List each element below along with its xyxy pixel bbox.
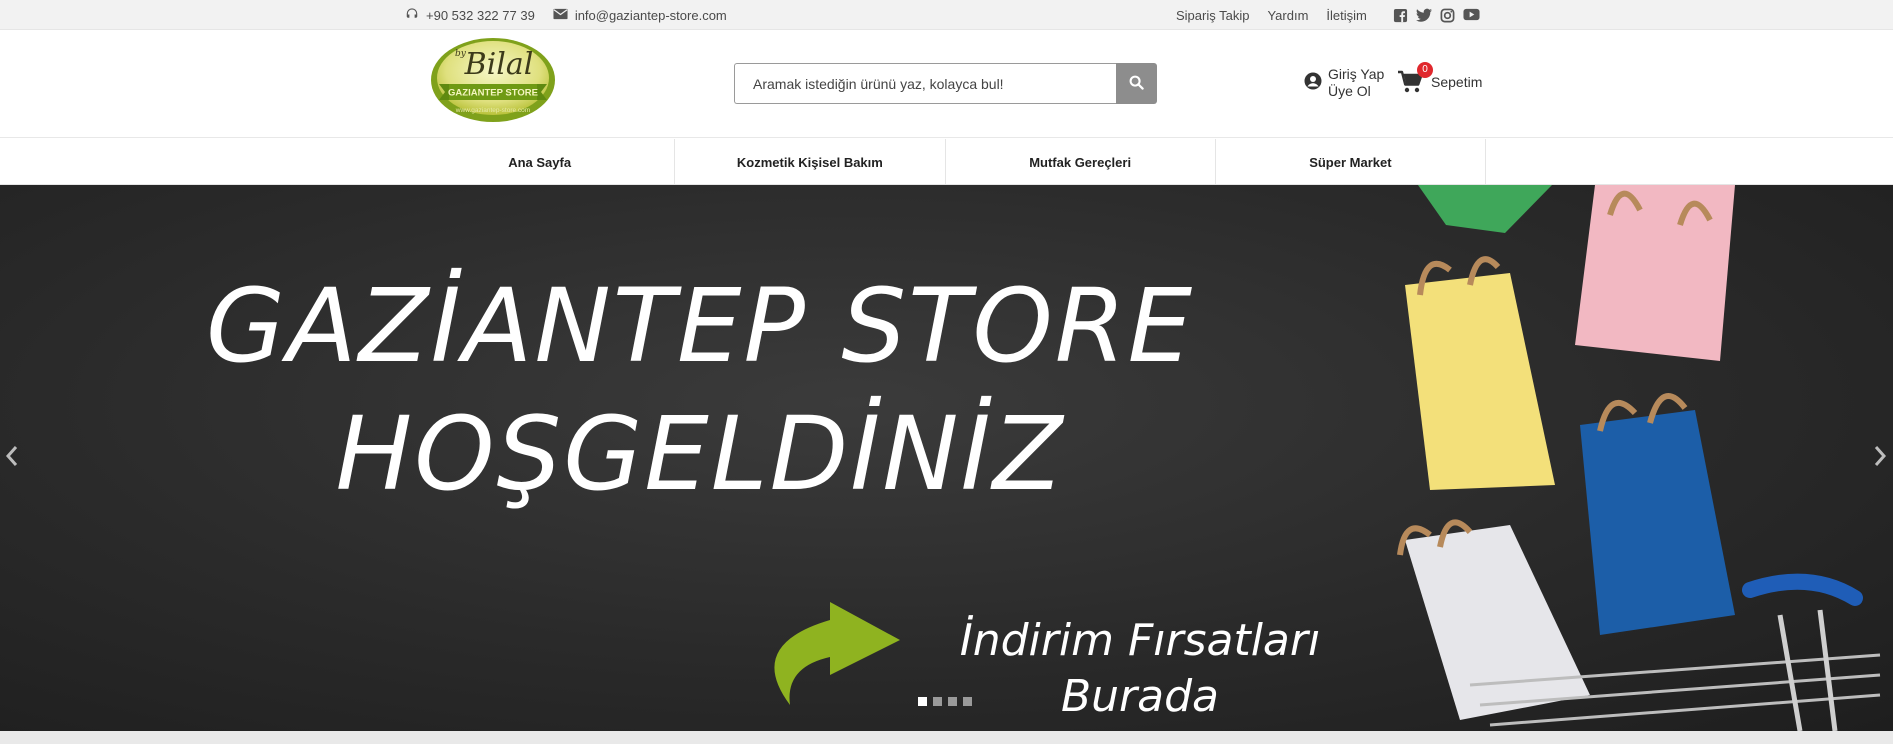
user-circle-icon: [1304, 72, 1322, 94]
nav-item-supermarket[interactable]: Süper Market: [1216, 139, 1486, 185]
cart-label: Sepetim: [1431, 74, 1483, 90]
account-links: Giriş Yap Üye Ol: [1328, 66, 1384, 100]
headset-icon: [405, 7, 419, 24]
register-link[interactable]: Üye Ol: [1328, 83, 1384, 100]
logo-name: Bilal: [464, 47, 534, 82]
phone-number: +90 532 322 77 39: [426, 7, 535, 23]
chevron-right-icon: [1873, 445, 1887, 472]
nav-list: Ana Sayfa Kozmetik Kişisel Bakım Mutfak …: [405, 139, 1486, 185]
top-links: Sipariş Takip Yardım İletişim: [1176, 0, 1480, 30]
search-button[interactable]: [1116, 63, 1157, 104]
chevron-left-icon: [5, 445, 19, 472]
main-navigation: Ana Sayfa Kozmetik Kişisel Bakım Mutfak …: [0, 139, 1893, 185]
search-input[interactable]: [734, 63, 1116, 104]
banner-subtitle-line1: İndirim Fırsatları: [959, 615, 1321, 666]
shopping-cart-icon: 0: [1397, 62, 1433, 94]
nav-item-home[interactable]: Ana Sayfa: [405, 139, 676, 185]
cart-count-badge: 0: [1417, 62, 1433, 78]
nav-item-kitchenware[interactable]: Mutfak Gereçleri: [946, 139, 1216, 185]
banner-title-line1: GAZİANTEP STORE: [205, 267, 1195, 386]
banner-title-line2: HOŞGELDİNİZ: [335, 395, 1065, 514]
logo-url: www.gaziantep-store.com: [455, 107, 530, 114]
envelope-icon: [553, 8, 568, 23]
slider-dot[interactable]: [963, 697, 972, 706]
logo-store-name: GAZIANTEP STORE: [448, 88, 538, 99]
order-tracking-link[interactable]: Sipariş Takip: [1176, 8, 1249, 23]
slider-dot[interactable]: [948, 697, 957, 706]
content-divider: [0, 731, 1893, 744]
banner-title: GAZİANTEP STORE HOŞGELDİNİZ: [140, 263, 1260, 519]
search-icon: [1129, 75, 1144, 93]
search-bar: [734, 63, 1157, 104]
store-logo[interactable]: Bilal by GAZIANTEP STORE www.gaziantep-s…: [425, 36, 561, 128]
nav-item-cosmetics[interactable]: Kozmetik Kişisel Bakım: [675, 139, 946, 185]
slider-dots: [918, 697, 972, 706]
email-contact[interactable]: info@gaziantep-store.com: [553, 8, 727, 23]
slider-dot[interactable]: [933, 697, 942, 706]
contact-info: +90 532 322 77 39 info@gaziantep-store.c…: [405, 0, 727, 30]
instagram-icon[interactable]: [1440, 8, 1455, 23]
social-links: [1393, 8, 1480, 23]
slider-prev-button[interactable]: [0, 443, 24, 473]
contact-link[interactable]: İletişim: [1326, 8, 1366, 23]
site-header: Bilal by GAZIANTEP STORE www.gaziantep-s…: [0, 30, 1893, 138]
top-bar: +90 532 322 77 39 info@gaziantep-store.c…: [0, 0, 1893, 30]
twitter-icon[interactable]: [1415, 8, 1432, 23]
youtube-icon[interactable]: [1463, 8, 1480, 23]
hero-banner[interactable]: GAZİANTEP STORE HOŞGELDİNİZ İndirim Fırs…: [0, 185, 1893, 731]
cart-button[interactable]: 0 Sepetim: [1397, 62, 1483, 94]
facebook-icon[interactable]: [1393, 8, 1408, 23]
logo-by: by: [455, 49, 467, 59]
email-address: info@gaziantep-store.com: [574, 7, 727, 23]
login-link[interactable]: Giriş Yap: [1328, 66, 1384, 83]
slider-dot[interactable]: [918, 697, 927, 706]
phone-contact[interactable]: +90 532 322 77 39: [405, 7, 535, 24]
account-menu[interactable]: Giriş Yap Üye Ol: [1304, 66, 1384, 100]
banner-subtitle-line2: Burada: [1060, 671, 1220, 722]
banner-subtitle: İndirim Fırsatları Burada: [920, 613, 1360, 725]
slider-next-button[interactable]: [1868, 443, 1892, 473]
help-link[interactable]: Yardım: [1267, 8, 1308, 23]
